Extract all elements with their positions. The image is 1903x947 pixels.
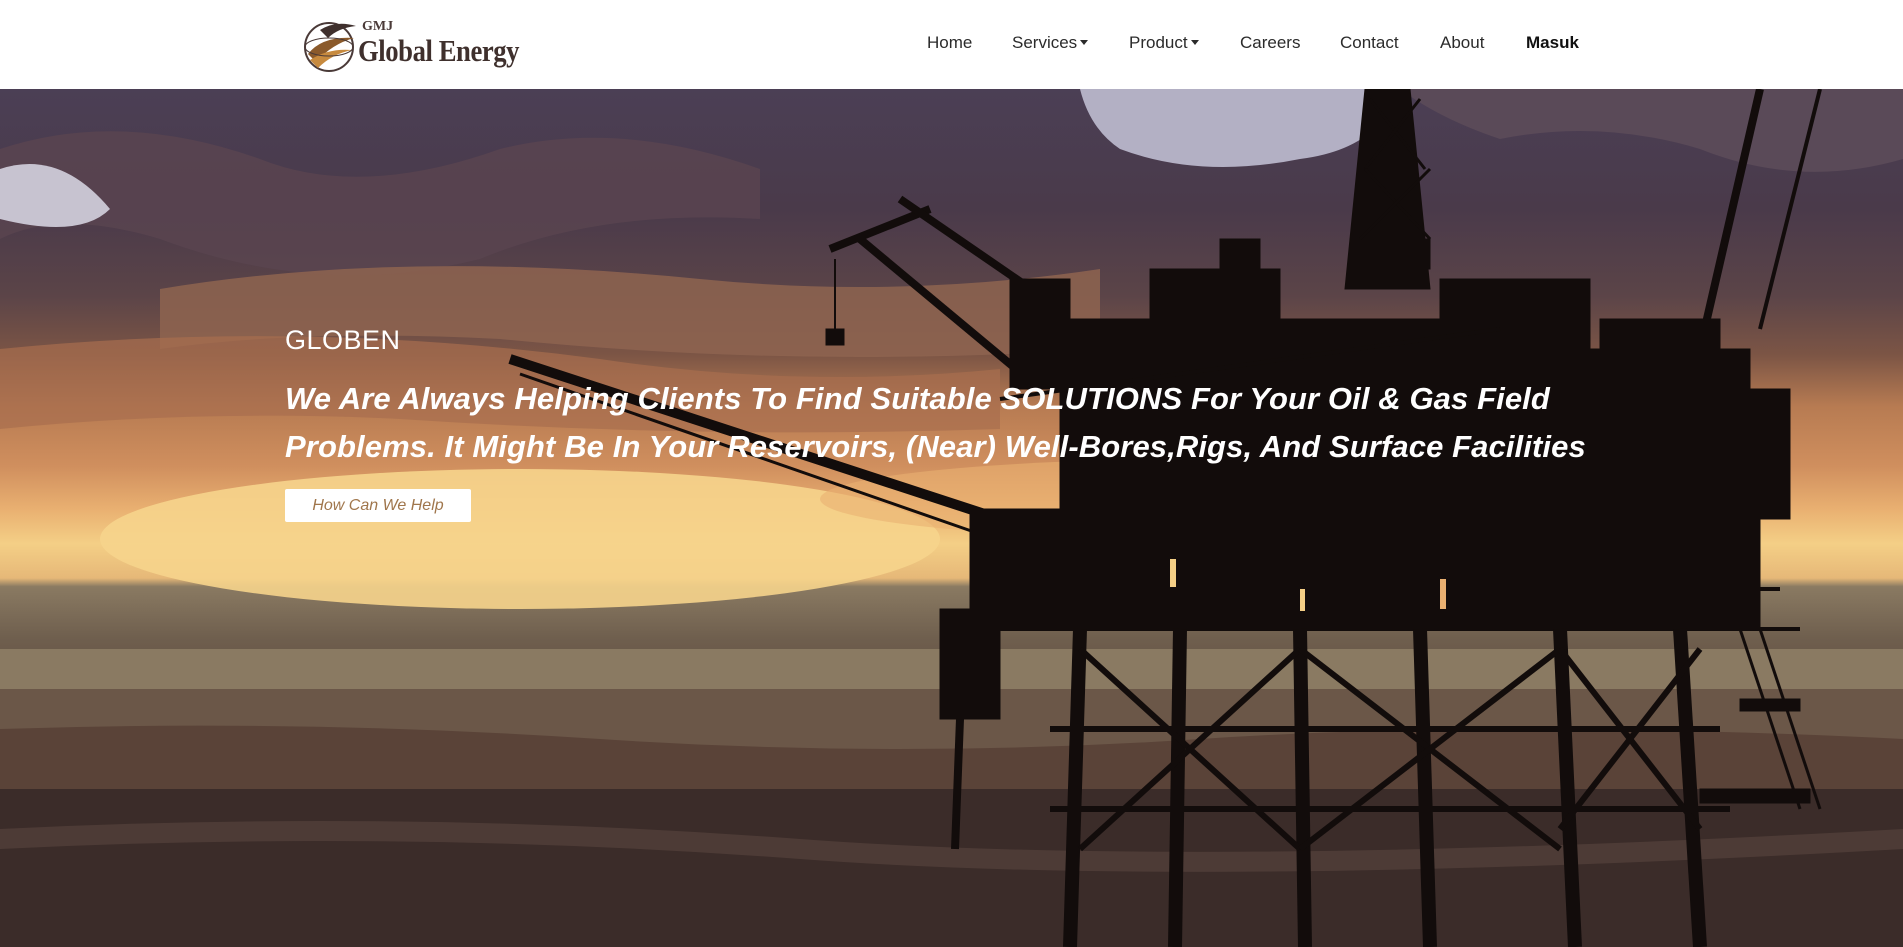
nav-services-label: Services <box>1012 33 1078 52</box>
top-navbar: GMJ Global Energy Home Services Product … <box>0 0 1903 89</box>
caret-down-icon <box>1190 40 1199 45</box>
nav-contact[interactable]: Contact <box>1340 33 1399 53</box>
nav-home[interactable]: Home <box>927 33 972 53</box>
how-can-we-help-button[interactable]: How Can We Help <box>285 489 471 522</box>
nav-about-label: About <box>1440 33 1485 52</box>
nav-login-masuk[interactable]: Masuk <box>1526 33 1579 53</box>
nav-contact-label: Contact <box>1340 33 1399 52</box>
nav-careers-label: Careers <box>1240 33 1301 52</box>
nav-home-label: Home <box>927 33 973 52</box>
brand-logo-link[interactable]: GMJ Global Energy <box>302 14 519 76</box>
nav-services[interactable]: Services <box>1012 33 1089 53</box>
globe-swoosh-logo-icon <box>304 22 356 72</box>
hero-banner: GLOBEN We Are Always Helping Clients To … <box>0 89 1903 947</box>
caret-down-icon <box>1080 40 1089 45</box>
nav-careers[interactable]: Careers <box>1240 33 1300 53</box>
nav-about[interactable]: About <box>1440 33 1484 53</box>
nav-product-label: Product <box>1129 33 1188 52</box>
nav-login-label: Masuk <box>1526 33 1579 52</box>
hero-headline: We Are Always Helping Clients To Find Su… <box>285 381 1586 464</box>
nav-product[interactable]: Product <box>1129 33 1199 53</box>
brand-name: Global Energy <box>358 33 520 68</box>
hero-kicker: GLOBEN <box>285 325 401 355</box>
